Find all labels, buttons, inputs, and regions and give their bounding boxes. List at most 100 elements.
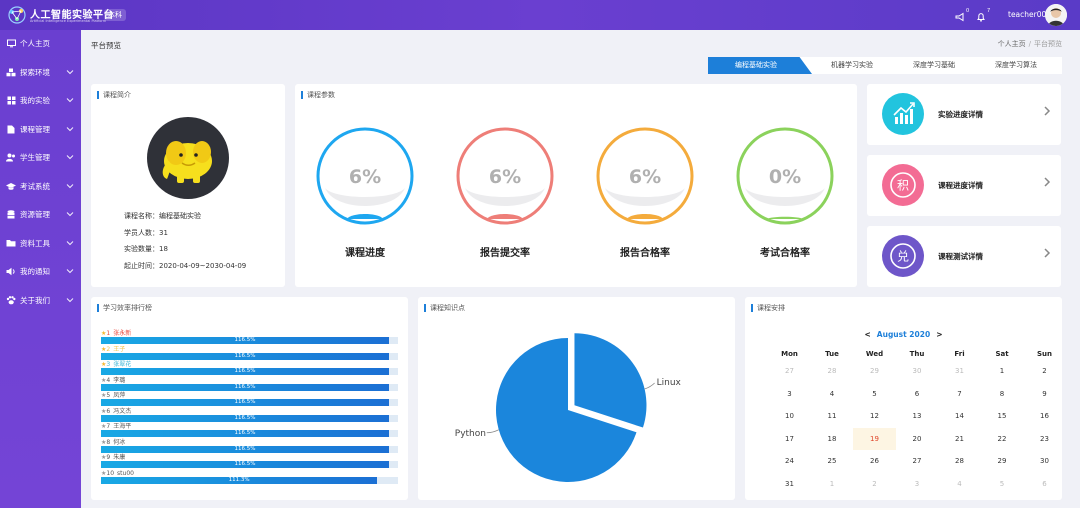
calendar-day[interactable]: 4 — [938, 473, 981, 496]
ranking-student: 凤萍 — [113, 392, 126, 399]
sidebar-item-label: 资源管理 — [20, 210, 50, 219]
calendar-day-today[interactable]: 19 — [853, 427, 896, 450]
calendar-day[interactable]: 3 — [768, 383, 811, 406]
calendar-day[interactable]: 10 — [768, 405, 811, 428]
calendar-weekday: Mon — [781, 350, 798, 358]
gauge-exam-pass[interactable]: 0% — [735, 126, 835, 226]
sidebar-item-tools[interactable]: 资料工具 — [0, 230, 81, 258]
sidebar-item-label: 资料工具 — [20, 238, 50, 248]
tab-programming-basics[interactable]: 编程基础实验 — [708, 57, 812, 74]
username[interactable]: teacher00 — [1008, 10, 1046, 19]
calendar-day[interactable]: 4 — [811, 383, 854, 406]
breadcrumb-home[interactable]: 个人主页 — [998, 40, 1026, 48]
calendar-day[interactable]: 31 — [938, 360, 981, 383]
platform-logo[interactable] — [6, 5, 28, 25]
ranking-row: ★7 王海平 116.5% — [101, 423, 401, 439]
calendar-weekday: Wed — [865, 350, 884, 358]
ranking-position: 6 — [106, 407, 111, 415]
calendar-day[interactable]: 6 — [1023, 473, 1066, 496]
notification-button[interactable]: 7 — [976, 8, 990, 25]
calendar-day[interactable]: 13 — [896, 405, 939, 428]
chevron-right-icon — [1043, 105, 1051, 119]
broadcast-button[interactable]: 0 — [955, 8, 969, 25]
sidebar-item-exams[interactable]: 考试系统 — [0, 173, 81, 201]
calendar-day[interactable]: 7 — [938, 383, 981, 406]
level-badge[interactable]: 本科 — [104, 9, 126, 21]
ranking-bar: 116.5% — [101, 368, 390, 375]
calendar-day[interactable]: 12 — [853, 405, 896, 428]
calendar-day[interactable]: 9 — [1023, 383, 1066, 406]
calendar-day[interactable]: 28 — [811, 360, 854, 383]
calendar-day[interactable]: 1 — [981, 360, 1024, 383]
sidebar: 个人主页 探索环境 我的实验 课程管理 学生管理 考试系统 资源管理 资料工具 … — [0, 30, 81, 508]
sidebar-item-experiments[interactable]: 我的实验 — [0, 87, 81, 115]
calendar-day[interactable]: 15 — [981, 405, 1024, 428]
ranking-position: 2 — [106, 345, 111, 353]
calendar-day[interactable]: 21 — [938, 428, 981, 451]
calendar-day[interactable]: 25 — [811, 450, 854, 473]
calendar-day[interactable]: 24 — [768, 450, 811, 473]
sidebar-item-label: 我的通知 — [20, 267, 50, 276]
calendar-day[interactable]: 29 — [981, 450, 1024, 473]
gauge-report-submission[interactable]: 6% — [455, 126, 555, 226]
sidebar-item-about[interactable]: 关于我们 — [0, 287, 81, 315]
calendar-day[interactable]: 30 — [896, 360, 939, 383]
pie-slice-linux[interactable] — [574, 333, 647, 428]
gauge-course-progress[interactable]: 6% — [315, 126, 415, 226]
ranking-name: ★1 张永新 — [101, 330, 131, 337]
calendar-prev-button[interactable]: < — [865, 330, 871, 339]
calendar-day[interactable]: 6 — [896, 383, 939, 406]
sidebar-item-home[interactable]: 个人主页 — [0, 30, 81, 58]
calendar-day[interactable]: 23 — [1023, 428, 1066, 451]
card-title: 学习效率排行榜 — [97, 304, 152, 312]
ranking-row: ★2 王子 116.5% — [101, 346, 401, 362]
ranking-bar: 111.3% — [101, 476, 378, 484]
growth-chart-icon — [882, 93, 924, 135]
calendar-day[interactable]: 14 — [938, 405, 981, 428]
tab-deep-learning-basics[interactable]: 深度学习基础 — [894, 57, 974, 74]
tab-deep-learning-algorithms[interactable]: 深度学习算法 — [976, 57, 1056, 74]
calendar-day[interactable]: 8 — [981, 383, 1024, 406]
calendar-day[interactable]: 17 — [768, 428, 811, 451]
calendar-day[interactable]: 18 — [811, 428, 854, 451]
sidebar-item-resources[interactable]: 资源管理 — [0, 201, 81, 229]
calendar-day[interactable]: 29 — [853, 360, 896, 383]
sidebar-item-courses[interactable]: 课程管理 — [0, 116, 81, 144]
calendar-day[interactable]: 2 — [1023, 360, 1066, 383]
cubes-icon — [6, 68, 16, 78]
calendar-day[interactable]: 22 — [981, 428, 1024, 451]
calendar-day[interactable]: 27 — [768, 360, 811, 383]
card-title: 课程参数 — [301, 91, 335, 99]
calendar-day[interactable]: 16 — [1023, 405, 1066, 428]
experiment-progress-detail-card[interactable]: 实验进度详情 — [867, 84, 1061, 145]
calendar-day[interactable]: 26 — [853, 450, 896, 473]
calendar-day[interactable]: 5 — [853, 383, 896, 406]
calendar-day[interactable]: 2 — [853, 473, 896, 496]
sidebar-item-students[interactable]: 学生管理 — [0, 144, 81, 172]
calendar-day[interactable]: 5 — [981, 473, 1024, 496]
tab-machine-learning[interactable]: 机器学习实验 — [812, 57, 892, 74]
ranking-student: 王海平 — [113, 423, 132, 430]
page-title: 平台预览 — [91, 41, 121, 50]
calendar-day[interactable]: 27 — [896, 450, 939, 473]
calendar-day[interactable]: 31 — [768, 473, 811, 496]
course-progress-detail-card[interactable]: 积 课程进度详情 — [867, 155, 1061, 216]
course-test-detail-card[interactable]: 兑 课程测试详情 — [867, 226, 1061, 287]
calendar-next-button[interactable]: > — [936, 330, 942, 339]
sidebar-item-explore[interactable]: 探索环境 — [0, 59, 81, 87]
calendar-day[interactable]: 28 — [938, 450, 981, 473]
gauge-report-pass[interactable]: 6% — [595, 126, 695, 226]
calendar-day[interactable]: 11 — [811, 405, 854, 428]
calendar-day[interactable]: 1 — [811, 473, 854, 496]
calendar-day[interactable]: 20 — [896, 428, 939, 451]
user-avatar[interactable] — [1045, 4, 1067, 26]
calendar-weekday: Tue — [825, 350, 839, 358]
ranking-bar: 116.5% — [101, 461, 390, 468]
calendar-day[interactable]: 30 — [1023, 450, 1066, 473]
course-schedule-card: 课程安排 < August 2020 > Mon Tue Wed Thu Fri Sat Sun… — [745, 297, 1062, 500]
ranking-row: ★10 stu00 111.3% — [101, 470, 401, 486]
sidebar-item-notices[interactable]: 我的通知 — [0, 258, 81, 286]
ranking-bar: 116.5% — [101, 383, 390, 391]
calendar-day[interactable]: 3 — [896, 473, 939, 496]
calendar-weekday: Thu — [909, 350, 925, 358]
